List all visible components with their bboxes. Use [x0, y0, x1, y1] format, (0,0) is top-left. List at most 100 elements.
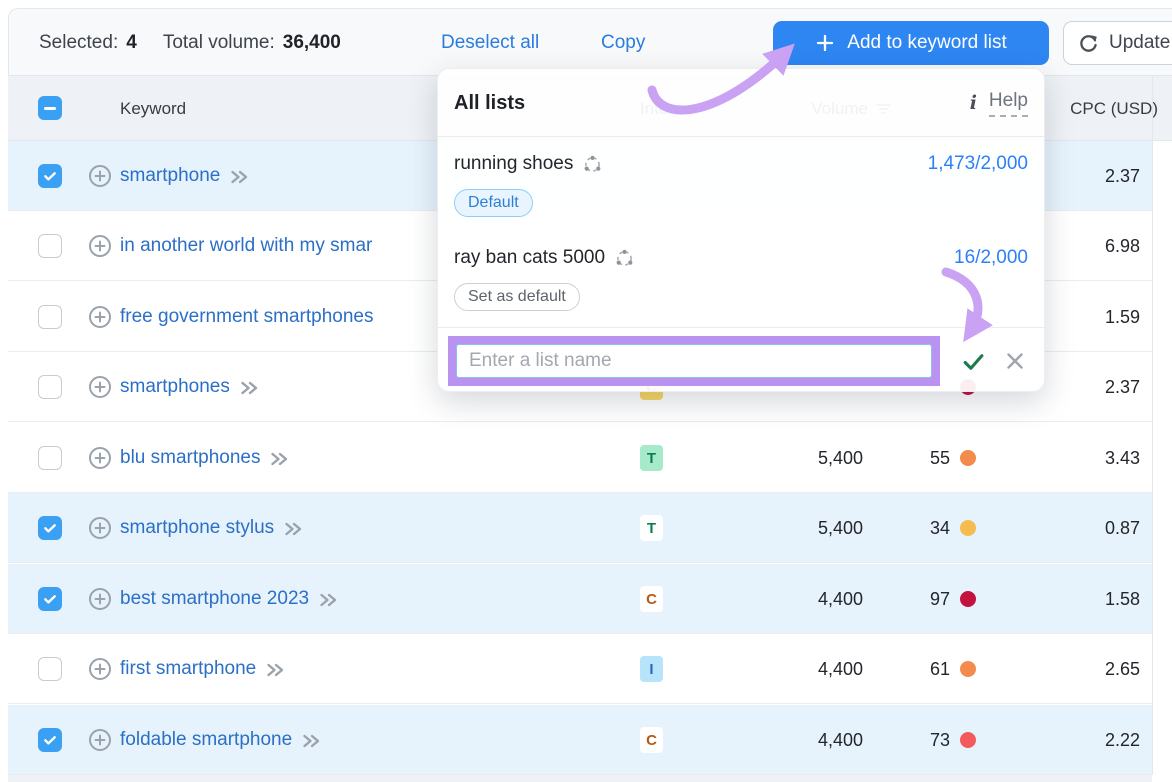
row-checkbox[interactable]: [38, 234, 62, 258]
add-keyword-icon[interactable]: [88, 305, 112, 329]
add-keyword-icon[interactable]: [88, 375, 112, 399]
keyword-link[interactable]: in another world with my smar: [120, 211, 372, 281]
cpc-value: 3.43: [1105, 423, 1140, 493]
keyword-link[interactable]: best smartphone 2023: [120, 564, 340, 634]
volume-value: 5,400: [818, 493, 863, 563]
help-link[interactable]: Help: [989, 90, 1028, 117]
cpc-value: 2.65: [1105, 634, 1140, 704]
add-keyword-icon[interactable]: [88, 446, 112, 470]
volume-value: 4,400: [818, 634, 863, 704]
table-row[interactable]: foldable smartphone C 4,400 73 2.22: [8, 705, 1152, 775]
cpc-value: 2.37: [1105, 141, 1140, 211]
row-checkbox[interactable]: [38, 446, 62, 470]
list-name: ray ban cats 5000: [454, 245, 1028, 271]
shared-list-icon: [615, 249, 634, 268]
kd-dot: [960, 450, 976, 466]
bottom-row-edge: [8, 775, 1152, 782]
kd-value: 61: [930, 659, 950, 680]
table-row[interactable]: blu smartphones T 5,400 55 3.43: [8, 423, 1152, 493]
total-volume: Total volume: 36,400: [163, 32, 341, 54]
deselect-all-link[interactable]: Deselect all: [441, 9, 539, 77]
list-item[interactable]: ray ban cats 5000 16/2,000 Set as defaul…: [438, 231, 1044, 325]
check-icon: [42, 732, 58, 748]
selection-stats: Selected: 4 Total volume: 36,400: [39, 9, 341, 77]
cpc-column-header[interactable]: CPC (USD): [1070, 76, 1158, 141]
cpc-value: 6.98: [1105, 211, 1140, 281]
table-row[interactable]: best smartphone 2023 C 4,400 97 1.58: [8, 564, 1152, 634]
default-badge: Default: [454, 189, 533, 217]
keyword-text: first smartphone: [120, 658, 256, 680]
volume-value: 5,400: [818, 423, 863, 493]
row-checkbox[interactable]: [38, 728, 62, 752]
keyword-text: free government smartphones: [120, 306, 373, 328]
info-icon: i: [970, 92, 977, 114]
popup-list: running shoes 1,473/2,000 Default ray ba…: [438, 137, 1044, 325]
cpc-value: 2.22: [1105, 705, 1140, 775]
add-to-keyword-list-button[interactable]: Add to keyword list: [773, 21, 1049, 65]
intent-badge: T: [640, 515, 663, 541]
keyword-link[interactable]: foldable smartphone: [120, 705, 323, 775]
list-item[interactable]: running shoes 1,473/2,000 Default: [438, 137, 1044, 231]
keyword-text: best smartphone 2023: [120, 588, 309, 610]
update-button[interactable]: Update: [1063, 21, 1172, 65]
intent-badge: I: [640, 656, 663, 682]
kd-dot: [960, 661, 976, 677]
check-icon: [42, 168, 58, 184]
cpc-value: 2.37: [1105, 352, 1140, 422]
table-row[interactable]: first smartphone I 4,400 61 2.65: [8, 634, 1152, 704]
keyword-link[interactable]: free government smartphones: [120, 282, 373, 352]
select-all-checkbox[interactable]: [38, 96, 62, 120]
cancel-list-button[interactable]: [998, 342, 1032, 380]
keyword-link[interactable]: smartphones: [120, 352, 261, 422]
row-checkbox[interactable]: [38, 164, 62, 188]
double-chevron-icon[interactable]: [301, 732, 323, 750]
add-keyword-icon[interactable]: [88, 657, 112, 681]
double-chevron-icon[interactable]: [283, 520, 305, 538]
selected-value: 4: [126, 32, 137, 54]
keyword-link[interactable]: first smartphone: [120, 634, 287, 704]
add-keyword-icon[interactable]: [88, 728, 112, 752]
kd-dot: [960, 520, 976, 536]
copy-link[interactable]: Copy: [601, 9, 645, 77]
double-chevron-icon[interactable]: [229, 168, 251, 186]
keyword-link[interactable]: smartphone: [120, 141, 251, 211]
table-row[interactable]: smartphone stylus T 5,400 34 0.87: [8, 493, 1152, 563]
keyword-link[interactable]: smartphone stylus: [120, 493, 305, 563]
add-keyword-icon[interactable]: [88, 164, 112, 188]
total-volume-value: 36,400: [283, 32, 341, 54]
keyword-text: blu smartphones: [120, 447, 260, 469]
row-checkbox[interactable]: [38, 375, 62, 399]
keyword-text: foldable smartphone: [120, 729, 292, 751]
keyword-column-header[interactable]: Keyword: [120, 76, 186, 141]
keyword-text: in another world with my smar: [120, 235, 372, 257]
list-count-link[interactable]: 1,473/2,000: [928, 151, 1028, 177]
double-chevron-icon[interactable]: [265, 661, 287, 679]
double-chevron-icon[interactable]: [239, 379, 261, 397]
add-button-label: Add to keyword list: [847, 32, 1006, 54]
keyword-text: smartphones: [120, 376, 230, 398]
annotation-highlight-box: [448, 336, 940, 386]
keyword-text: smartphone: [120, 165, 220, 187]
list-count-link[interactable]: 16/2,000: [954, 245, 1028, 271]
confirm-list-button[interactable]: [956, 342, 990, 380]
row-checkbox[interactable]: [38, 305, 62, 329]
set-as-default-button[interactable]: Set as default: [454, 283, 580, 311]
double-chevron-icon[interactable]: [318, 591, 340, 609]
check-icon: [42, 520, 58, 536]
row-checkbox[interactable]: [38, 516, 62, 540]
add-keyword-icon[interactable]: [88, 234, 112, 258]
keyword-link[interactable]: blu smartphones: [120, 423, 291, 493]
new-list-name-input[interactable]: [456, 344, 932, 378]
keyword-text: smartphone stylus: [120, 517, 274, 539]
intent-badge: C: [640, 586, 663, 612]
kd-cell: 73: [930, 705, 976, 775]
volume-value: 4,400: [818, 564, 863, 634]
update-button-label: Update: [1109, 32, 1170, 54]
row-checkbox[interactable]: [38, 657, 62, 681]
total-volume-label: Total volume:: [163, 32, 275, 54]
selection-toolbar: Selected: 4 Total volume: 36,400 Deselec…: [8, 8, 1172, 76]
row-checkbox[interactable]: [38, 587, 62, 611]
double-chevron-icon[interactable]: [269, 450, 291, 468]
add-keyword-icon[interactable]: [88, 516, 112, 540]
add-keyword-icon[interactable]: [88, 587, 112, 611]
